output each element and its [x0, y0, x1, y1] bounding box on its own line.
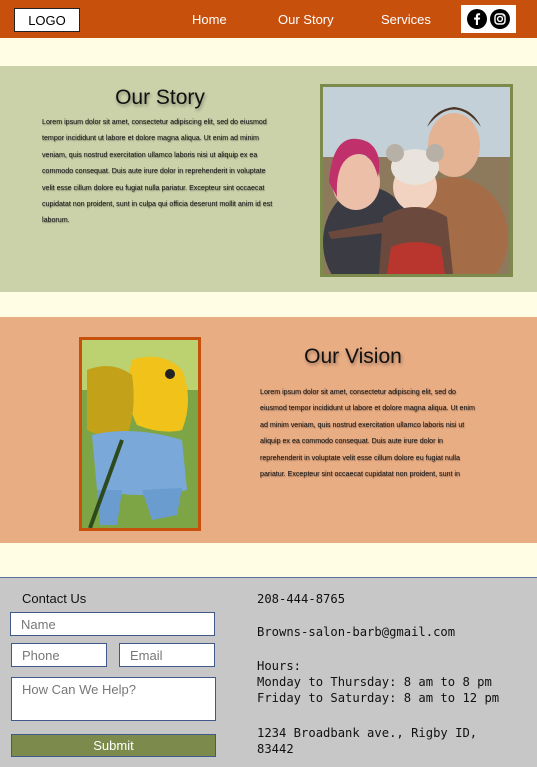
- address-line-2: 83442: [257, 742, 294, 756]
- contact-us-heading: Contact Us: [22, 591, 87, 606]
- submit-button[interactable]: Submit: [11, 734, 216, 757]
- name-input[interactable]: Name: [10, 612, 215, 636]
- family-photo: [320, 84, 513, 277]
- our-vision-title: Our Vision: [304, 345, 402, 368]
- hours-label: Hours:: [257, 659, 302, 673]
- our-story-section: Our Story Lorem ipsum dolor sit amet, co…: [0, 66, 537, 292]
- facebook-icon[interactable]: [466, 9, 487, 29]
- site-header: LOGO Home Our Story Services: [0, 0, 537, 38]
- instagram-icon[interactable]: [490, 9, 511, 29]
- phone-number: 208-444-8765: [257, 592, 346, 606]
- nav-services[interactable]: Services: [381, 12, 431, 27]
- nav-home[interactable]: Home: [192, 12, 227, 27]
- message-textarea[interactable]: How Can We Help?: [11, 677, 216, 721]
- our-vision-section: Our Vision Lorem ipsum dolor sit amet, c…: [0, 317, 537, 543]
- our-story-title: Our Story: [115, 86, 205, 109]
- nav-our-story[interactable]: Our Story: [278, 12, 334, 27]
- hours-weekday: Monday to Thursday: 8 am to 8 pm: [257, 675, 492, 689]
- email-address: Browns-salon-barb@gmail.com: [257, 625, 456, 639]
- hours-weekend: Friday to Saturday: 8 am to 12 pm: [257, 691, 500, 705]
- our-story-text: Lorem ipsum dolor sit amet, consectetur …: [42, 118, 273, 225]
- address-line-1: 1234 Broadbank ave., Rigby ID,: [257, 726, 478, 740]
- child-photo: [79, 337, 201, 531]
- social-links: [461, 5, 516, 33]
- email-input[interactable]: Email: [119, 643, 215, 667]
- phone-input[interactable]: Phone: [11, 643, 107, 667]
- our-vision-text: Lorem ipsum dolor sit amet, consectetur …: [260, 388, 475, 479]
- contact-footer: Contact Us Name Phone Email How Can We H…: [0, 577, 537, 767]
- logo[interactable]: LOGO: [14, 8, 80, 32]
